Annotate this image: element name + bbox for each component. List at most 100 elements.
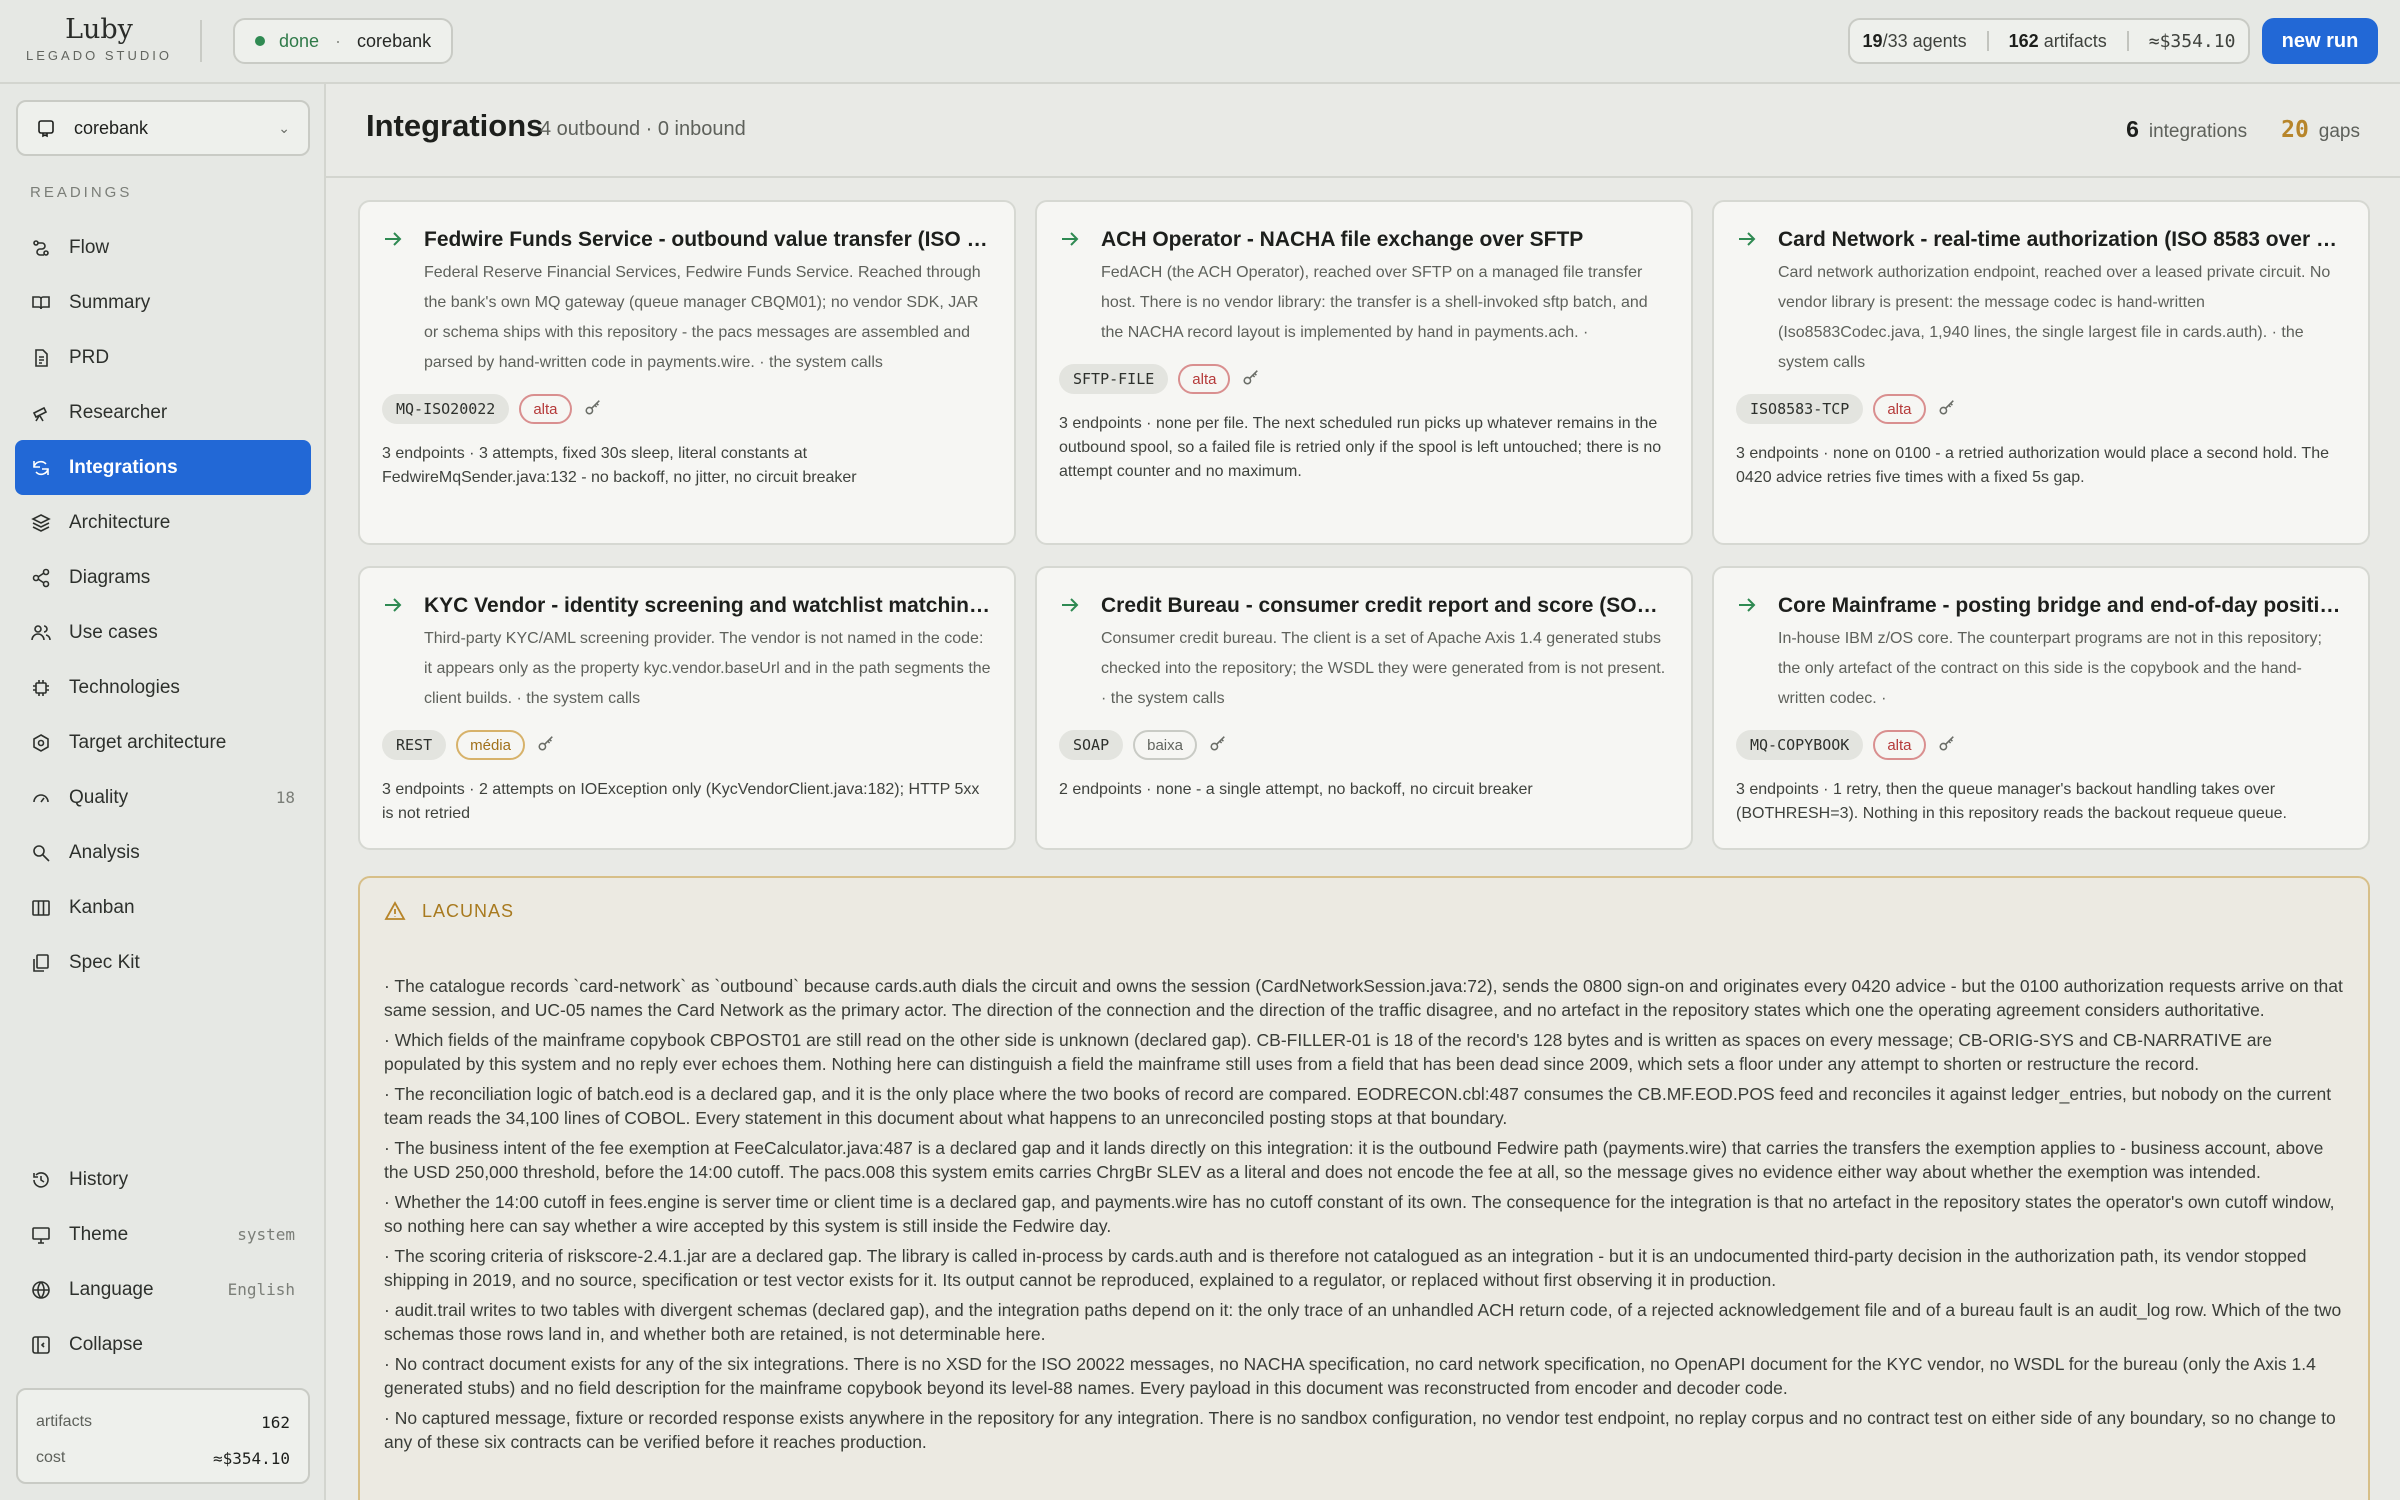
card-title: ACH Operator - NACHA file exchange over … xyxy=(1101,228,1584,251)
integrations-icon xyxy=(31,458,51,478)
card-tags: REST média xyxy=(382,730,992,760)
gap-item: · The catalogue records `card-network` a… xyxy=(384,976,2343,1020)
artifacts-label: artifacts xyxy=(36,1413,93,1430)
sidebar-item-integrations[interactable]: Integrations xyxy=(15,440,311,495)
integration-card[interactable]: Fedwire Funds Service - outbound value t… xyxy=(358,200,1016,545)
share-icon xyxy=(31,568,51,588)
divider xyxy=(200,20,202,62)
run-status-pill[interactable]: done · corebank xyxy=(233,18,454,64)
protocol-tag: SFTP-FILE xyxy=(1059,364,1169,394)
sidebar-item-diagrams[interactable]: Diagrams xyxy=(15,550,311,605)
project-select[interactable]: corebank ⌄ xyxy=(16,100,310,156)
agents-stat: 19/33 agents xyxy=(1863,31,1967,52)
logo[interactable]: Luby LEGADO STUDIO xyxy=(24,14,174,63)
architecture-icon xyxy=(31,513,51,533)
quality-count: 18 xyxy=(275,788,295,807)
sidebar-item-target-architecture[interactable]: Target architecture xyxy=(15,715,311,770)
key-icon xyxy=(1938,398,1956,421)
project-select-value: corebank xyxy=(74,117,149,138)
protocol-tag: SOAP xyxy=(1059,730,1124,760)
card-description: In-house IBM z/OS core. The counterpart … xyxy=(1778,630,2322,707)
sidebar-item-flow[interactable]: Flow xyxy=(15,220,311,275)
run-stats: 19/33 agents 162 artifacts ≈$354.10 xyxy=(1848,18,2250,64)
sidebar-item-use-cases[interactable]: Use cases xyxy=(15,605,311,660)
users-icon xyxy=(31,623,51,643)
protocol-tag: ISO8583-TCP xyxy=(1736,394,1864,424)
card-footer: 2 endpoints · none - a single attempt, n… xyxy=(1059,781,1533,798)
gap-item: · No contract document exists for any of… xyxy=(384,1354,2316,1398)
sidebar-item-researcher[interactable]: Researcher xyxy=(15,385,311,440)
sidebar-item-label: Kanban xyxy=(69,896,135,918)
gaps-label: gaps xyxy=(2318,121,2360,142)
arrow-right-icon xyxy=(382,594,404,616)
severity-badge: alta xyxy=(1873,730,1926,760)
sidebar-item-label: Language xyxy=(69,1278,154,1300)
sidebar-item-language[interactable]: Language English xyxy=(15,1262,311,1317)
card-description: Consumer credit bureau. The client is a … xyxy=(1101,630,1666,707)
gaps-header: LACUNAS xyxy=(384,900,514,922)
key-icon xyxy=(537,734,555,757)
integration-card[interactable]: Credit Bureau - consumer credit report a… xyxy=(1035,566,1693,850)
sidebar-item-label: Diagrams xyxy=(69,566,151,588)
cost-label: cost xyxy=(36,1449,66,1466)
telescope-icon xyxy=(31,403,51,423)
integration-card[interactable]: Card Network - real-time authorization (… xyxy=(1712,200,2370,545)
sidebar-item-spec-kit[interactable]: Spec Kit xyxy=(15,935,311,990)
history-icon xyxy=(31,1170,51,1190)
artifacts-value: 162 xyxy=(261,1412,290,1432)
integration-card[interactable]: Core Mainframe - posting bridge and end-… xyxy=(1712,566,2370,850)
sidebar-item-prd[interactable]: PRD xyxy=(15,330,311,385)
monitor-icon xyxy=(31,1225,51,1245)
arrow-right-icon xyxy=(1736,228,1758,250)
page-subtitle: 4 outbound · 0 inbound xyxy=(540,118,746,140)
card-tags: SFTP-FILE alta xyxy=(1059,364,1669,394)
card-title: Fedwire Funds Service - outbound value t… xyxy=(424,228,992,251)
artifacts-stat: 162 artifacts xyxy=(2009,31,2107,52)
sidebar-item-kanban[interactable]: Kanban xyxy=(15,880,311,935)
sidebar-item-quality[interactable]: Quality 18 xyxy=(15,770,311,825)
sidebar-item-label: Researcher xyxy=(69,401,168,423)
gap-item: · Which fields of the mainframe copybook… xyxy=(384,1030,2273,1074)
gaps-panel: LACUNAS · The catalogue records `card-ne… xyxy=(358,876,2370,1500)
run-project: corebank xyxy=(357,30,432,51)
integration-card[interactable]: KYC Vendor - identity screening and watc… xyxy=(358,566,1016,850)
severity-badge: alta xyxy=(1873,394,1926,424)
sidebar-item-architecture[interactable]: Architecture xyxy=(15,495,311,550)
chevron-down-icon: ⌄ xyxy=(278,119,290,136)
gap-item: · Whether the 14:00 cutoff in fees.engin… xyxy=(384,1192,2335,1236)
cost-row-artifacts: artifacts 162 xyxy=(36,1404,290,1440)
status-separator: · xyxy=(335,30,342,51)
cost-summary: artifacts 162 cost ≈$354.10 xyxy=(16,1388,310,1484)
sidebar-item-collapse[interactable]: Collapse xyxy=(15,1317,311,1372)
page-header: Integrations 4 outbound · 0 inbound 6 in… xyxy=(326,84,2400,178)
artifacts-label: artifacts xyxy=(2043,30,2107,51)
gap-item: · The business intent of the fee exempti… xyxy=(384,1138,2324,1182)
key-icon xyxy=(1242,368,1260,391)
severity-badge: alta xyxy=(1178,364,1231,394)
analysis-icon xyxy=(31,843,51,863)
sidebar-item-label: History xyxy=(69,1168,129,1190)
card-title: Card Network - real-time authorization (… xyxy=(1778,228,2346,251)
sidebar-item-theme[interactable]: Theme system xyxy=(15,1207,311,1262)
arrow-right-icon xyxy=(1736,594,1758,616)
divider xyxy=(1986,31,1989,51)
cost-row-cost: cost ≈$354.10 xyxy=(36,1440,290,1476)
sidebar-item-technologies[interactable]: Technologies xyxy=(15,660,311,715)
gaps-list: · The catalogue records `card-network` a… xyxy=(384,974,2346,1460)
kanban-icon xyxy=(31,898,51,918)
sidebar-item-history[interactable]: History xyxy=(15,1152,311,1207)
card-tags: MQ-COPYBOOK alta xyxy=(1736,730,2346,760)
section-label: READINGS xyxy=(30,184,133,201)
gap-item: · The reconciliation logic of batch.eod … xyxy=(384,1084,2332,1128)
integration-card[interactable]: ACH Operator - NACHA file exchange over … xyxy=(1035,200,1693,545)
arrow-right-icon xyxy=(1059,594,1081,616)
sidebar-item-label: PRD xyxy=(69,346,110,368)
sidebar-item-summary[interactable]: Summary xyxy=(15,275,311,330)
page-title: Integrations xyxy=(366,108,544,143)
main-content: Integrations 4 outbound · 0 inbound 6 in… xyxy=(326,84,2400,1500)
card-title: Core Mainframe - posting bridge and end-… xyxy=(1778,594,2346,617)
new-run-button[interactable]: new run xyxy=(2262,18,2378,64)
nav-bottom: History Theme system Language English Co… xyxy=(15,1152,311,1372)
repository-icon xyxy=(36,118,56,138)
sidebar-item-analysis[interactable]: Analysis xyxy=(15,825,311,880)
